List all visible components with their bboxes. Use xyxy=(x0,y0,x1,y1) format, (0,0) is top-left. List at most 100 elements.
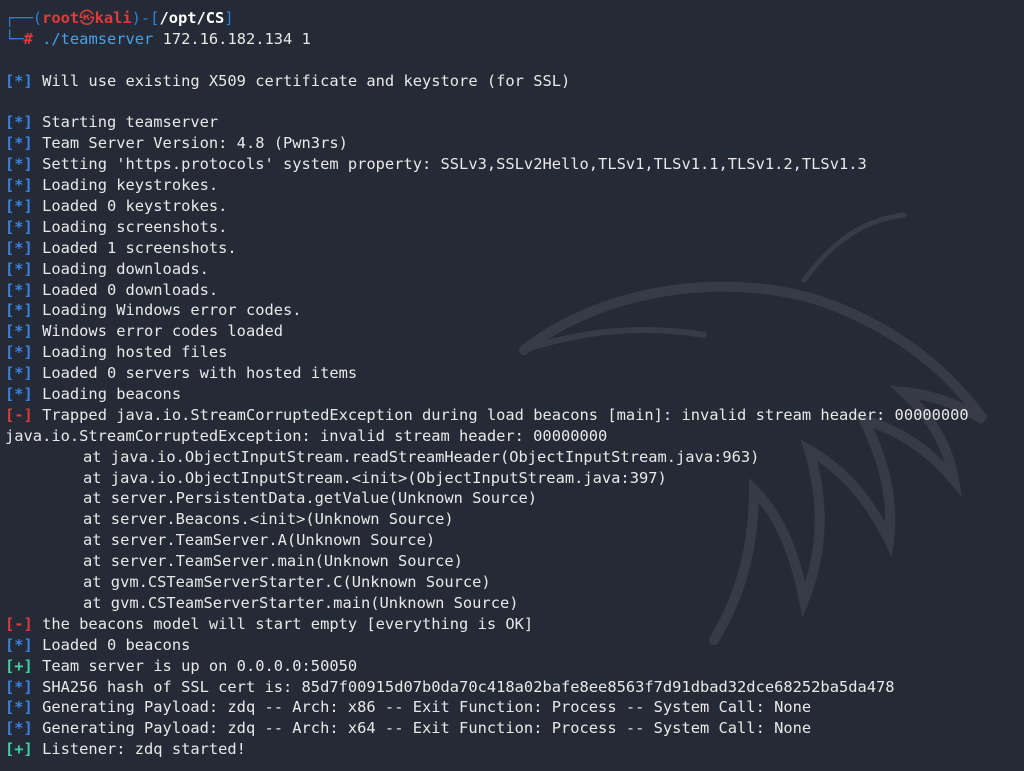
output-line: [+] Listener: zdq started! xyxy=(5,739,1024,760)
prompt-user: root xyxy=(42,9,80,27)
output-line: [*] SHA256 hash of SSL cert is: 85d7f009… xyxy=(5,677,1024,698)
prompt-at-symbol: ㉿ xyxy=(79,9,95,27)
log-message: Loaded 0 downloads. xyxy=(42,280,219,299)
prompt-corner-top: ┌──( xyxy=(5,9,43,27)
output-line: at server.TeamServer.main(Unknown Source… xyxy=(5,551,1024,572)
output-line: [*] Windows error codes loaded xyxy=(5,321,1024,342)
output-line: [*] Loading hosted files xyxy=(5,342,1024,363)
success-tag: [+] xyxy=(5,740,33,759)
output-line: [*] Starting teamserver xyxy=(5,112,1024,133)
output-line: java.io.StreamCorruptedException: invali… xyxy=(5,426,1024,447)
info-tag: [*] xyxy=(5,343,33,362)
stack-trace-text: at server.TeamServer.main(Unknown Source… xyxy=(83,552,463,571)
info-tag: [*] xyxy=(5,155,33,174)
output-line: [+] Team server is up on 0.0.0.0:50050 xyxy=(5,656,1024,677)
output-line: [*] Setting 'https.protocols' system pro… xyxy=(5,154,1024,175)
prompt-path: /opt/CS xyxy=(159,9,225,27)
log-message: Generating Payload: zdq -- Arch: x86 -- … xyxy=(42,698,812,717)
log-message: Loaded 0 keystrokes. xyxy=(42,197,228,216)
info-tag: [*] xyxy=(5,301,33,320)
output-line: [-] Trapped java.io.StreamCorruptedExcep… xyxy=(5,405,1024,426)
output-line: [*] Team Server Version: 4.8 (Pwn3rs) xyxy=(5,133,1024,154)
info-tag: [*] xyxy=(5,176,33,195)
prompt-header: ┌──(root㉿kali)-[/opt/CS] xyxy=(5,8,1024,29)
info-tag: [*] xyxy=(5,71,33,90)
output-line: at gvm.CSTeamServerStarter.C(Unknown Sou… xyxy=(5,572,1024,593)
command-args: 172.16.182.134 1 xyxy=(153,29,311,48)
output-line: at java.io.ObjectInputStream.readStreamH… xyxy=(5,447,1024,468)
log-message: Windows error codes loaded xyxy=(42,322,284,341)
terminal-window[interactable]: ┌──(root㉿kali)-[/opt/CS] └─# ./teamserve… xyxy=(0,0,1024,771)
success-tag: [+] xyxy=(5,656,33,675)
info-tag: [*] xyxy=(5,217,33,236)
prompt-mid: )-[ xyxy=(131,9,160,27)
prompt-hash: # xyxy=(23,29,33,48)
terminal-output: [*] Will use existing X509 certificate a… xyxy=(5,71,1024,760)
info-tag: [*] xyxy=(5,113,33,132)
log-message: SHA256 hash of SSL cert is: 85d7f00915d0… xyxy=(42,677,895,696)
log-message: Team Server Version: 4.8 (Pwn3rs) xyxy=(42,134,348,153)
output-line: [*] Loading Windows error codes. xyxy=(5,300,1024,321)
output-line: at server.TeamServer.A(Unknown Source) xyxy=(5,530,1024,551)
log-message: Loaded 1 screenshots. xyxy=(42,238,237,257)
prompt-corner-bottom: └─ xyxy=(5,29,24,48)
log-message: Loading beacons xyxy=(42,385,182,404)
log-message: Loading downloads. xyxy=(42,259,209,278)
info-tag: [*] xyxy=(5,635,33,654)
info-tag: [*] xyxy=(5,719,33,738)
prompt-end: ] xyxy=(224,9,234,27)
output-line: [*] Loading downloads. xyxy=(5,259,1024,280)
output-line: [*] Loading screenshots. xyxy=(5,217,1024,238)
info-tag: [*] xyxy=(5,364,33,383)
error-tag: [-] xyxy=(5,405,33,424)
log-message: Loading Windows error codes. xyxy=(42,301,302,320)
stack-trace-text: at server.Beacons.<init>(Unknown Source) xyxy=(83,510,454,529)
log-message: Trapped java.io.StreamCorruptedException… xyxy=(42,405,969,424)
output-line: [-] the beacons model will start empty [… xyxy=(5,614,1024,635)
info-tag: [*] xyxy=(5,280,33,299)
output-line: [*] Loading keystrokes. xyxy=(5,175,1024,196)
info-tag: [*] xyxy=(5,259,33,278)
output-line: [*] Will use existing X509 certificate a… xyxy=(5,71,1024,92)
log-message: Loading hosted files xyxy=(42,343,228,362)
stack-trace-text: at server.PersistentData.getValue(Unknow… xyxy=(83,489,538,508)
output-line: [*] Loaded 0 servers with hosted items xyxy=(5,363,1024,384)
command-line[interactable]: └─# ./teamserver 172.16.182.134 1 xyxy=(5,29,1024,50)
output-line: [*] Loaded 0 downloads. xyxy=(5,280,1024,301)
output-line: at server.Beacons.<init>(Unknown Source) xyxy=(5,509,1024,530)
output-line: [*] Generating Payload: zdq -- Arch: x64… xyxy=(5,718,1024,739)
output-line: [*] Loaded 1 screenshots. xyxy=(5,238,1024,259)
stack-trace-text: at gvm.CSTeamServerStarter.C(Unknown Sou… xyxy=(83,573,491,592)
log-message: Loading keystrokes. xyxy=(42,176,219,195)
log-message: Loading screenshots. xyxy=(42,217,228,236)
prompt-host: kali xyxy=(94,9,132,27)
log-message: Loaded 0 beacons xyxy=(42,635,191,654)
output-line: at server.PersistentData.getValue(Unknow… xyxy=(5,488,1024,509)
log-message: Loaded 0 servers with hosted items xyxy=(42,364,358,383)
log-message: Listener: zdq started! xyxy=(42,740,246,759)
info-tag: [*] xyxy=(5,677,33,696)
error-tag: [-] xyxy=(5,614,33,633)
exception-text: java.io.StreamCorruptedException: invali… xyxy=(5,426,608,445)
info-tag: [*] xyxy=(5,385,33,404)
output-line: [*] Loaded 0 keystrokes. xyxy=(5,196,1024,217)
info-tag: [*] xyxy=(5,134,33,153)
output-line: [*] Generating Payload: zdq -- Arch: x86… xyxy=(5,697,1024,718)
stack-trace-text: at java.io.ObjectInputStream.<init>(Obje… xyxy=(83,468,667,487)
stack-trace-text: at gvm.CSTeamServerStarter.main(Unknown … xyxy=(83,593,519,612)
log-message: Team server is up on 0.0.0.0:50050 xyxy=(42,656,358,675)
info-tag: [*] xyxy=(5,322,33,341)
output-line: [*] Loading beacons xyxy=(5,384,1024,405)
info-tag: [*] xyxy=(5,197,33,216)
info-tag: [*] xyxy=(5,238,33,257)
log-message: the beacons model will start empty [ever… xyxy=(42,614,534,633)
stack-trace-text: at server.TeamServer.A(Unknown Source) xyxy=(83,531,436,550)
log-message: Will use existing X509 certificate and k… xyxy=(42,71,571,90)
stack-trace-text: at java.io.ObjectInputStream.readStreamH… xyxy=(83,447,760,466)
output-line: [*] Loaded 0 beacons xyxy=(5,635,1024,656)
log-message: Generating Payload: zdq -- Arch: x64 -- … xyxy=(42,719,812,738)
log-message: Starting teamserver xyxy=(42,113,219,132)
info-tag: [*] xyxy=(5,698,33,717)
